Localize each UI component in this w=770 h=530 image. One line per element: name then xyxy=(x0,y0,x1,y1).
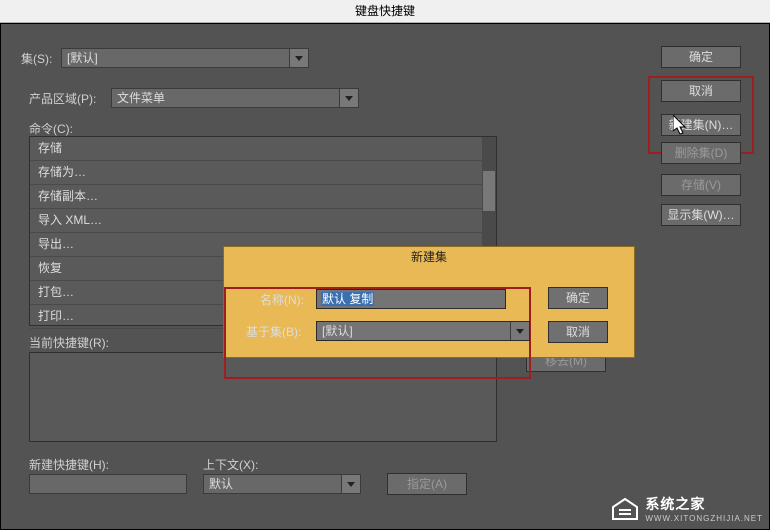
based-on-label: 基于集(B): xyxy=(246,323,301,340)
window-body: 集(S): [默认] 产品区域(P): 文件菜单 命令(C): 存储 存储为… … xyxy=(0,23,770,530)
ok-button[interactable]: 确定 xyxy=(661,46,741,68)
current-shortcut-label: 当前快捷键(R): xyxy=(29,334,109,351)
commands-label: 命令(C): xyxy=(29,120,73,137)
chevron-down-icon[interactable] xyxy=(289,49,308,67)
modal-cancel-button[interactable]: 取消 xyxy=(548,321,608,343)
new-set-dialog: 新建集 名称(N): 默认 复制 基于集(B): [默认] 确定 xyxy=(223,246,635,358)
name-label: 名称(N): xyxy=(260,291,304,308)
watermark-url: WWW.XITONGZHIJIA.NET xyxy=(645,514,763,523)
set-dropdown[interactable]: [默认] xyxy=(61,48,309,68)
name-value: 默认 复制 xyxy=(321,292,374,306)
show-set-button[interactable]: 显示集(W)… xyxy=(661,204,741,226)
list-item[interactable]: 存储为… xyxy=(30,161,496,185)
watermark: 系统之家 WWW.XITONGZHIJIA.NET xyxy=(611,494,763,523)
watermark-brand: 系统之家 xyxy=(645,494,763,514)
context-value: 默认 xyxy=(209,477,233,491)
set-label: 集(S): xyxy=(21,50,52,67)
based-on-value: [默认] xyxy=(322,324,353,338)
based-on-dropdown[interactable]: [默认] xyxy=(316,321,530,341)
new-shortcut-label: 新建快捷键(H): xyxy=(29,456,109,473)
new-shortcut-input[interactable] xyxy=(29,474,187,494)
dialog-title: 新建集 xyxy=(224,247,634,267)
name-input[interactable]: 默认 复制 xyxy=(316,289,506,309)
set-value: [默认] xyxy=(67,51,98,65)
save-button[interactable]: 存储(V) xyxy=(661,174,741,196)
context-label: 上下文(X): xyxy=(203,456,258,473)
chevron-down-icon[interactable] xyxy=(510,322,529,340)
dialog-body: 名称(N): 默认 复制 基于集(B): [默认] 确定 取消 xyxy=(224,267,634,357)
product-area-value: 文件菜单 xyxy=(117,91,165,105)
keyboard-shortcuts-window: 键盘快捷键 集(S): [默认] 产品区域(P): 文件菜单 命令(C): 存储… xyxy=(0,0,770,529)
list-item[interactable]: 存储 xyxy=(30,137,496,161)
modal-ok-button[interactable]: 确定 xyxy=(548,287,608,309)
new-set-button[interactable]: 新建集(N)… xyxy=(661,114,741,136)
window-titlebar: 键盘快捷键 xyxy=(0,0,770,23)
window-title: 键盘快捷键 xyxy=(355,4,415,18)
context-dropdown[interactable]: 默认 xyxy=(203,474,361,494)
assign-button[interactable]: 指定(A) xyxy=(387,473,467,495)
delete-set-button[interactable]: 删除集(D) xyxy=(661,142,741,164)
product-area-label: 产品区域(P): xyxy=(29,90,96,107)
chevron-down-icon[interactable] xyxy=(341,475,360,493)
chevron-down-icon[interactable] xyxy=(339,89,358,107)
list-item[interactable]: 存储副本… xyxy=(30,185,496,209)
scrollbar-thumb[interactable] xyxy=(483,171,495,211)
logo-icon xyxy=(611,497,639,521)
list-item[interactable]: 导入 XML… xyxy=(30,209,496,233)
product-area-dropdown[interactable]: 文件菜单 xyxy=(111,88,359,108)
